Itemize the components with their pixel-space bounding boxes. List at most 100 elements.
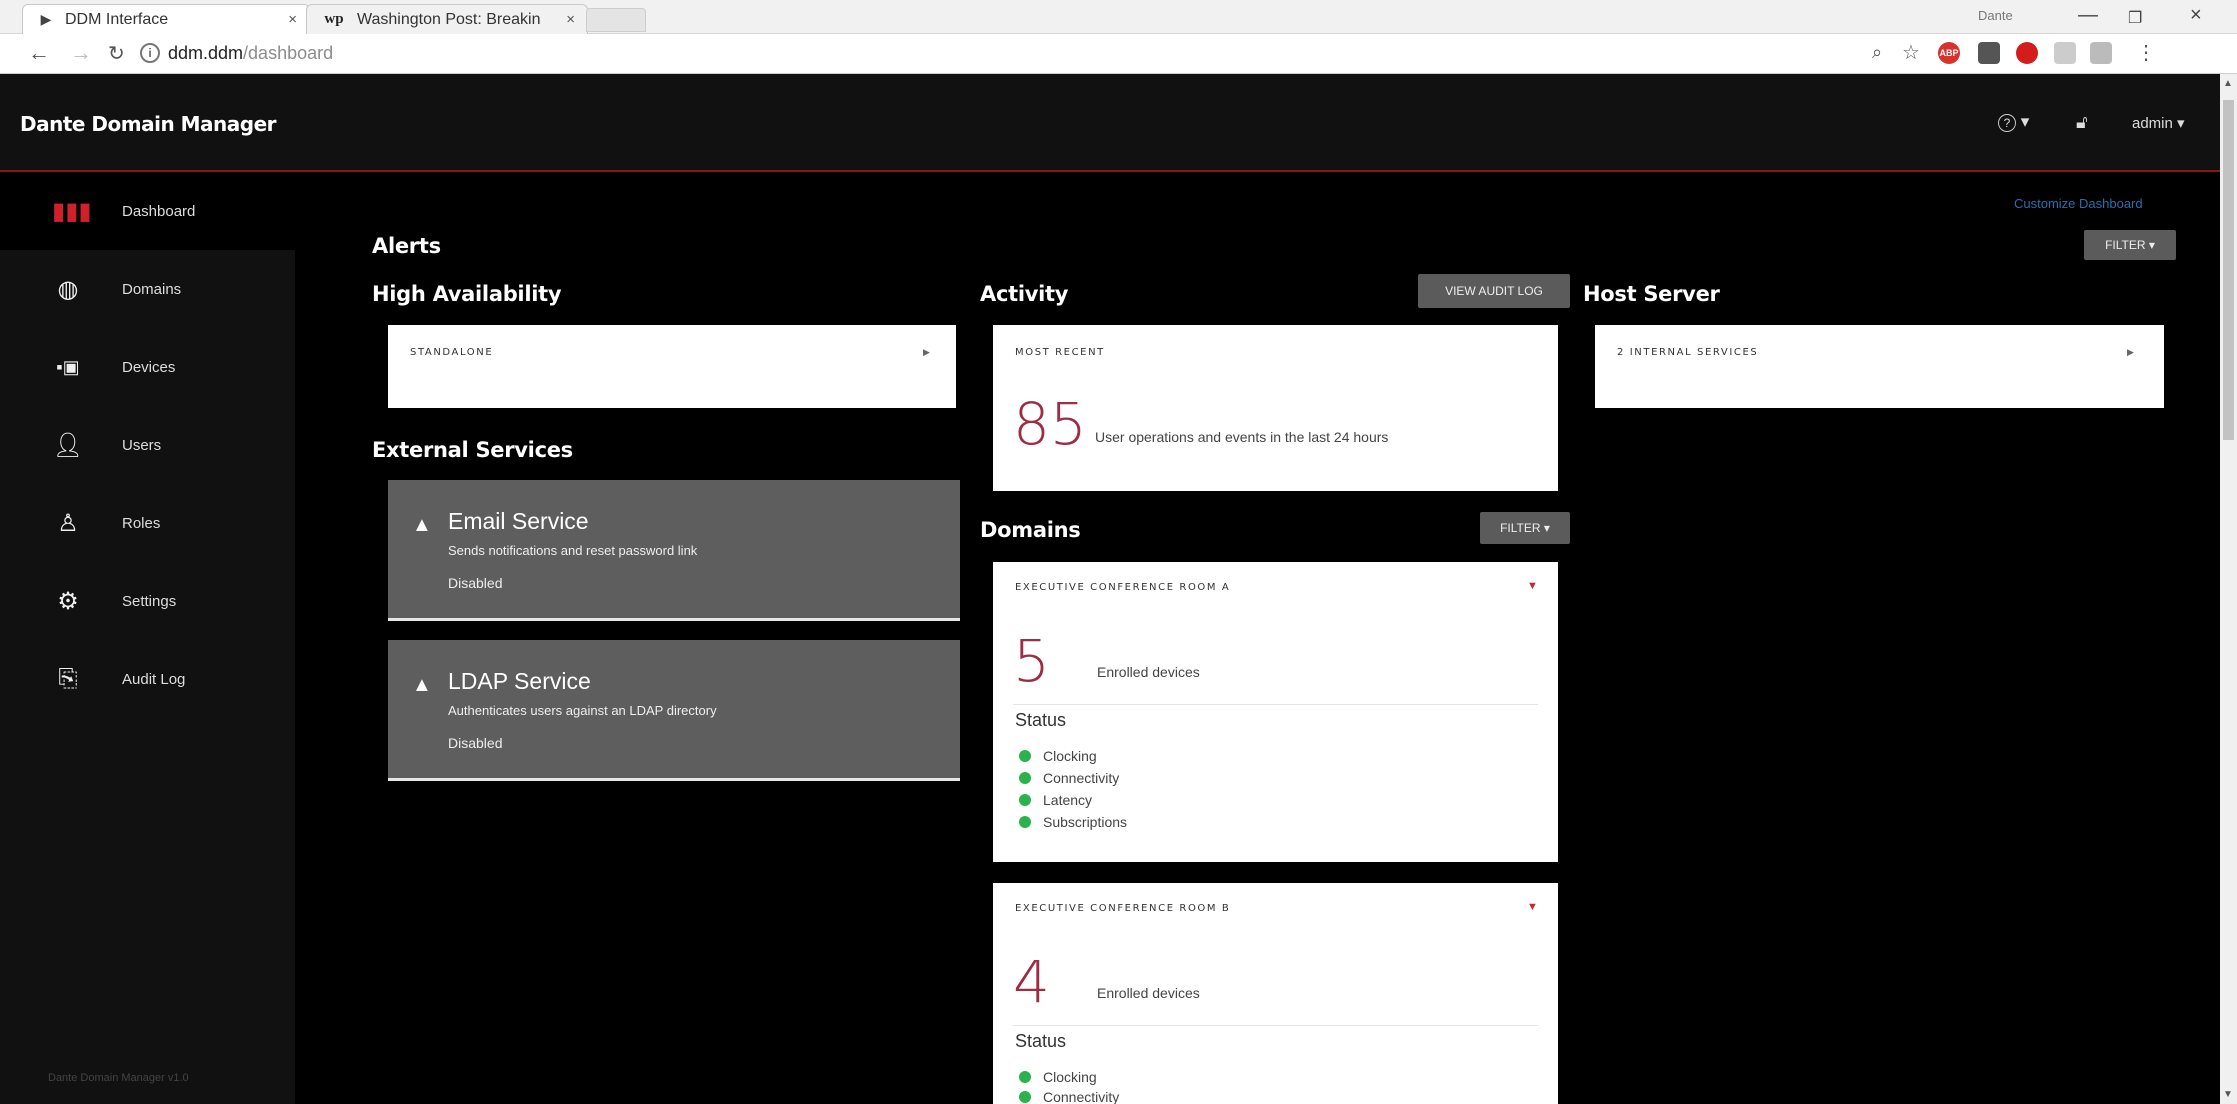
chevron-right-icon: ▶ — [2127, 347, 2134, 357]
scroll-down-icon[interactable]: ▼ — [2223, 1089, 2233, 1100]
audit-log-icon: ⎘ — [58, 665, 78, 692]
browser-tab-wp[interactable]: wp Washington Post: Breakin × — [306, 4, 588, 34]
activity-caption: MOST RECENT — [1015, 347, 1105, 358]
domains-filter-button[interactable]: FILTER ▾ — [1480, 512, 1570, 544]
host-server-title: Host Server — [1583, 282, 1720, 306]
version-label: Dante Domain Manager v1.0 — [48, 1072, 189, 1084]
browser-tab-ddm[interactable]: ▶ DDM Interface × — [22, 4, 310, 34]
globe-icon: ◍ — [57, 275, 79, 303]
close-tab-icon[interactable]: × — [288, 11, 297, 28]
sidebar-item-dashboard[interactable]: ▮▮▮ Dashboard — [0, 172, 295, 250]
profile-badge[interactable]: Dante — [1978, 8, 2013, 23]
ha-mode: STANDALONE — [410, 347, 494, 358]
forward-icon[interactable]: → — [70, 40, 92, 66]
service-state: Disabled — [448, 575, 503, 591]
new-tab-button[interactable] — [586, 8, 646, 32]
chevron-down-icon[interactable]: ▼ — [1527, 901, 1538, 913]
sidebar: ▮▮▮ Dashboard ◍ Domains ▪▣ Devices 👤︎ Us… — [0, 172, 295, 1104]
browser-menu-icon[interactable]: ⋮ — [2136, 40, 2156, 65]
role-icon: ♙ — [57, 509, 79, 537]
minimize-icon[interactable]: — — [2078, 4, 2098, 27]
sidebar-item-audit-log[interactable]: ⎘ Audit Log — [0, 640, 295, 718]
service-description: Authenticates users against an LDAP dire… — [448, 703, 717, 718]
sidebar-item-label: Settings — [122, 592, 177, 610]
bar-chart-icon: ▮▮▮ — [52, 197, 92, 225]
sidebar-item-label: Dashboard — [122, 202, 196, 220]
enrolled-label: Enrolled devices — [1097, 664, 1200, 680]
warning-icon: ▲ — [412, 674, 432, 696]
sidebar-item-domains[interactable]: ◍ Domains — [0, 250, 295, 328]
status-item: Clocking — [1019, 1069, 1097, 1085]
reload-icon[interactable]: ↻ — [108, 41, 125, 66]
sidebar-item-settings[interactable]: ⚙ Settings — [0, 562, 295, 640]
divider — [1013, 1025, 1538, 1026]
close-tab-icon[interactable]: × — [566, 11, 575, 28]
customize-dashboard-link[interactable]: Customize Dashboard — [2014, 196, 2143, 211]
scroll-up-icon[interactable]: ▲ — [2223, 78, 2233, 89]
page-scrollbar[interactable]: ▲ ▼ — [2220, 74, 2237, 1104]
sidebar-item-label: Devices — [122, 358, 176, 376]
sidebar-item-label: Users — [122, 436, 162, 454]
gears-icon: ⚙ — [57, 587, 79, 615]
dashboard-filter-button[interactable]: FILTER ▾ — [2084, 230, 2176, 260]
status-ok-dot — [1019, 1071, 1031, 1083]
status-ok-dot — [1019, 1091, 1031, 1103]
back-icon[interactable]: ← — [28, 40, 50, 66]
adblock-extension-icon[interactable]: ABP — [1938, 42, 1960, 64]
activity-title: Activity — [980, 282, 1069, 306]
sidebar-item-label: Domains — [122, 280, 182, 298]
status-heading: Status — [1015, 1031, 1067, 1051]
user-menu[interactable]: admin ▾ — [2132, 114, 2185, 132]
zoom-icon[interactable]: ⌕ — [1872, 42, 1882, 63]
info-icon[interactable]: i — [140, 43, 160, 63]
domains-title: Domains — [980, 518, 1081, 542]
ldap-service-card[interactable]: ▲ LDAP Service Authenticates users again… — [388, 640, 960, 781]
domain-card-room-a[interactable]: EXECUTIVE CONFERENCE ROOM A ▼ 5 Enrolled… — [993, 562, 1558, 862]
scroll-thumb[interactable] — [2223, 100, 2234, 440]
url-path: /dashboard — [243, 42, 334, 63]
extension-gray-icon[interactable] — [2090, 42, 2112, 64]
view-audit-log-button[interactable]: VIEW AUDIT LOG — [1418, 274, 1570, 308]
high-availability-title: High Availability — [372, 282, 562, 306]
domain-card-room-b[interactable]: EXECUTIVE CONFERENCE ROOM B ▼ 4 Enrolled… — [993, 883, 1558, 1104]
sidebar-item-users[interactable]: 👤︎ Users — [0, 406, 295, 484]
help-menu[interactable]: ? ▾ — [1998, 112, 2029, 132]
user-menu-label: admin — [2132, 115, 2173, 132]
status-item: Connectivity — [1019, 770, 1119, 786]
service-description: Sends notifications and reset password l… — [448, 543, 698, 558]
tab-title: Washington Post: Breakin — [357, 10, 541, 28]
brand-title[interactable]: Dante Domain Manager — [20, 112, 277, 136]
browser-tabstrip: ▶ DDM Interface × wp Washington Post: Br… — [0, 0, 2237, 34]
status-ok-dot — [1019, 772, 1031, 784]
enrolled-count: 5 — [1013, 627, 1050, 695]
service-state: Disabled — [448, 735, 503, 751]
extension-square-icon[interactable] — [1978, 42, 2000, 64]
sidebar-item-devices[interactable]: ▪▣ Devices — [0, 328, 295, 406]
domain-name: EXECUTIVE CONFERENCE ROOM B — [1015, 903, 1231, 914]
maximize-icon[interactable]: ❐ — [2128, 8, 2142, 28]
status-item: Subscriptions — [1019, 814, 1127, 830]
filter-label: FILTER — [2105, 238, 2146, 252]
help-icon: ? — [1998, 114, 2016, 132]
browser-toolbar: ← → ↻ i ddm.ddm/dashboard ⌕ ☆ ABP ⋮ — [0, 34, 2237, 74]
activity-text: User operations and events in the last 2… — [1095, 429, 1389, 445]
enrolled-count: 4 — [1013, 948, 1050, 1016]
host-server-card[interactable]: 2 INTERNAL SERVICES ▶ — [1595, 325, 2164, 408]
chevron-right-icon: ▶ — [923, 347, 930, 357]
opera-extension-icon[interactable] — [2016, 42, 2038, 64]
window-close-icon[interactable]: × — [2190, 4, 2202, 27]
sidebar-item-label: Roles — [122, 514, 161, 532]
user-icon: 👤︎ — [52, 431, 84, 459]
extension-cast-icon[interactable] — [2054, 42, 2076, 64]
email-service-card[interactable]: ▲ Email Service Sends notifications and … — [388, 480, 960, 621]
activity-card[interactable]: MOST RECENT 85 User operations and event… — [993, 325, 1558, 491]
external-services-title: External Services — [372, 438, 573, 462]
service-name: LDAP Service — [448, 668, 591, 694]
app-header: Dante Domain Manager ? ▾ 🔓︎ admin ▾ — [0, 74, 2220, 172]
unlock-icon[interactable]: 🔓︎ — [2076, 112, 2088, 133]
chevron-down-icon[interactable]: ▼ — [1527, 580, 1538, 592]
sidebar-item-roles[interactable]: ♙ Roles — [0, 484, 295, 562]
address-bar[interactable]: i ddm.ddm/dashboard — [140, 38, 1870, 68]
bookmark-star-icon[interactable]: ☆ — [1902, 40, 1920, 65]
high-availability-card[interactable]: STANDALONE ▶ — [388, 325, 956, 408]
